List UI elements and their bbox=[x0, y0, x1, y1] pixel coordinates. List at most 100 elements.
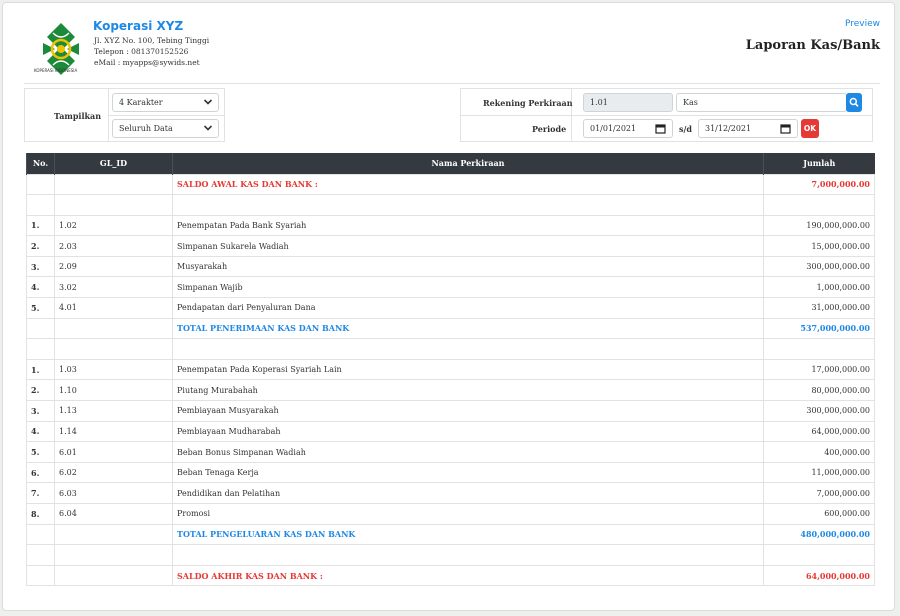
search-button[interactable] bbox=[846, 93, 862, 112]
table-row bbox=[26, 338, 875, 360]
row-gl-id: 1.14 bbox=[54, 420, 173, 443]
col-no-header: No. bbox=[26, 153, 55, 174]
row-number: 2. bbox=[26, 235, 55, 257]
data-scope-select-value: Seluruh Data bbox=[119, 124, 173, 133]
row-amount: 7,000,000.00 bbox=[763, 173, 875, 196]
logo-caption: KOPERASI INDONESIA bbox=[34, 68, 78, 73]
row-number: 3. bbox=[26, 255, 55, 278]
table-row: 1. 1.03 Penempatan Pada Koperasi Syariah L… bbox=[26, 358, 875, 381]
row-amount: 480,000,000.00 bbox=[763, 523, 875, 546]
table-row: 4. 3.02 Simpanan Wajib 1,000,000.00 bbox=[26, 276, 875, 299]
ok-button[interactable]: OK bbox=[801, 119, 819, 138]
row-account-name: Piutang Murabahah bbox=[172, 379, 764, 402]
row-number bbox=[26, 173, 55, 196]
row-number: 4. bbox=[26, 420, 55, 443]
date-from-input[interactable]: 01/01/2021 bbox=[583, 119, 673, 138]
preview-link[interactable]: Preview bbox=[845, 19, 880, 29]
row-account-name: TOTAL PENERIMAAN KAS DAN BANK bbox=[172, 317, 764, 340]
karakter-select[interactable]: 4 Karakter bbox=[112, 93, 219, 112]
row-amount: 11,000,000.00 bbox=[763, 461, 875, 484]
calendar-icon[interactable] bbox=[780, 123, 791, 134]
date-to-value: 31/12/2021 bbox=[705, 124, 752, 133]
row-gl-id bbox=[54, 564, 173, 587]
row-amount: 31,000,000.00 bbox=[763, 297, 875, 319]
row-amount: 600,000.00 bbox=[763, 503, 875, 525]
table-row: 1. 1.02 Penempatan Pada Bank Syariah 190,00… bbox=[26, 214, 875, 237]
org-email: eMail : myapps@sywids.net bbox=[94, 58, 200, 67]
data-scope-select[interactable]: Seluruh Data bbox=[112, 119, 219, 138]
row-number bbox=[26, 523, 55, 546]
row-number bbox=[26, 338, 55, 360]
row-gl-id bbox=[54, 523, 173, 546]
row-amount bbox=[763, 544, 875, 566]
table-row: 5. 4.01 Pendapatan dari Penyaluran Dana 31,… bbox=[26, 297, 875, 319]
row-gl-id: 6.04 bbox=[54, 503, 173, 525]
row-amount bbox=[763, 194, 875, 216]
row-number bbox=[26, 317, 55, 340]
row-gl-id bbox=[54, 317, 173, 340]
rekening-label: Rekening Perkiraan bbox=[483, 98, 573, 108]
row-account-name bbox=[172, 544, 764, 566]
chevron-down-icon bbox=[203, 99, 213, 105]
row-gl-id: 1.02 bbox=[54, 214, 173, 237]
table-row: SALDO AKHIR KAS DAN BANK :64,000,000.00 bbox=[26, 564, 875, 587]
row-account-name: Beban Tenaga Kerja bbox=[172, 461, 764, 484]
row-account-name: Pendapatan dari Penyaluran Dana bbox=[172, 297, 764, 319]
row-amount: 190,000,000.00 bbox=[763, 214, 875, 237]
calendar-icon[interactable] bbox=[655, 123, 666, 134]
row-amount: 17,000,000.00 bbox=[763, 358, 875, 381]
karakter-select-value: 4 Karakter bbox=[119, 98, 163, 107]
table-row bbox=[26, 194, 875, 216]
row-number: 1. bbox=[26, 214, 55, 237]
row-number: 3. bbox=[26, 400, 55, 422]
row-gl-id: 2.03 bbox=[54, 235, 173, 257]
row-gl-id: 1.10 bbox=[54, 379, 173, 402]
row-number: 1. bbox=[26, 358, 55, 381]
row-account-name: SALDO AWAL KAS DAN BANK : bbox=[172, 173, 764, 196]
row-amount: 537,000,000.00 bbox=[763, 317, 875, 340]
row-account-name: Pembiayaan Musyarakah bbox=[172, 400, 764, 422]
row-account-name bbox=[172, 194, 764, 216]
row-amount bbox=[763, 338, 875, 360]
row-gl-id bbox=[54, 338, 173, 360]
table-row: 8. 6.04 Promosi 600,000.00 bbox=[26, 503, 875, 525]
row-amount: 300,000,000.00 bbox=[763, 255, 875, 278]
row-account-name bbox=[172, 338, 764, 360]
row-gl-id bbox=[54, 194, 173, 216]
tampilkan-label: Tampilkan bbox=[54, 111, 102, 121]
row-number bbox=[26, 564, 55, 587]
col-glid-header: GL_ID bbox=[54, 153, 173, 174]
row-account-name: TOTAL PENGELUARAN KAS DAN BANK bbox=[172, 523, 764, 546]
row-account-name: Simpanan Wajib bbox=[172, 276, 764, 299]
row-amount: 300,000,000.00 bbox=[763, 400, 875, 422]
date-to-input[interactable]: 31/12/2021 bbox=[698, 119, 798, 138]
row-number: 8. bbox=[26, 503, 55, 525]
col-name-header: Nama Perkiraan bbox=[172, 153, 764, 174]
row-amount: 64,000,000.00 bbox=[763, 564, 875, 587]
row-gl-id bbox=[54, 544, 173, 566]
row-account-name: Penempatan Pada Koperasi Syariah Lain bbox=[172, 358, 764, 381]
row-amount: 15,000,000.00 bbox=[763, 235, 875, 257]
org-name: Koperasi XYZ bbox=[93, 19, 184, 33]
row-amount: 400,000.00 bbox=[763, 441, 875, 463]
row-number: 5. bbox=[26, 441, 55, 463]
rekening-code-input[interactable]: 1.01 bbox=[583, 93, 673, 112]
row-account-name: Penempatan Pada Bank Syariah bbox=[172, 214, 764, 237]
row-account-name: Pendidikan dan Pelatihan bbox=[172, 482, 764, 504]
row-gl-id: 6.02 bbox=[54, 461, 173, 484]
row-account-name: Pembiayaan Mudharabah bbox=[172, 420, 764, 443]
row-number: 2. bbox=[26, 379, 55, 402]
sd-label: s/d bbox=[679, 124, 693, 134]
table-row: 7. 6.03 Pendidikan dan Pelatihan 7,000,000.… bbox=[26, 482, 875, 504]
cash-bank-table: No. GL_ID Nama Perkiraan Jumlah SALDO AW… bbox=[26, 153, 875, 587]
chevron-down-icon bbox=[203, 125, 213, 131]
row-gl-id: 1.03 bbox=[54, 358, 173, 381]
table-row: 2. 2.03 Simpanan Sukarela Wadiah 15,000,000… bbox=[26, 235, 875, 257]
periode-label: Periode bbox=[532, 124, 567, 134]
table-row: 2. 1.10 Piutang Murabahah 80,000,000.00 bbox=[26, 379, 875, 402]
rekening-name-input[interactable]: Kas bbox=[676, 93, 847, 112]
row-number bbox=[26, 544, 55, 566]
table-row bbox=[26, 544, 875, 566]
table-row: SALDO AWAL KAS DAN BANK :7,000,000.00 bbox=[26, 173, 875, 196]
row-gl-id: 6.01 bbox=[54, 441, 173, 463]
